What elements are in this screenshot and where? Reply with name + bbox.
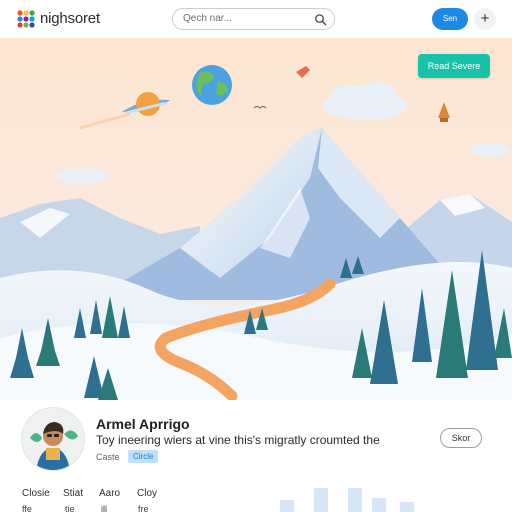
tag-label: Caste <box>96 452 120 462</box>
search-placeholder: Qech nar... <box>183 13 232 24</box>
search-input[interactable]: Qech nar... <box>172 8 335 30</box>
faded-bar-graphic <box>280 488 414 512</box>
stat-value: ill <box>101 504 107 512</box>
stat-value: tie <box>65 504 75 512</box>
hero-illustration <box>0 38 512 400</box>
logo-icon[interactable] <box>16 9 36 29</box>
profile-card: Armel Aprrigo Toy ineering wiers at vine… <box>0 400 512 512</box>
avatar[interactable] <box>22 408 84 470</box>
stat-value: fre <box>138 504 149 512</box>
top-bar: nighsoret Qech nar... Sen + <box>0 0 512 38</box>
avatar-image <box>22 408 84 470</box>
profile-name: Armel Aprrigo <box>96 416 190 432</box>
stat-label[interactable]: Stiat <box>63 488 83 499</box>
stat-label[interactable]: Aaro <box>99 488 120 499</box>
profile-description: Toy ineering wiers at vine this's migrat… <box>96 433 380 447</box>
follow-button[interactable]: Skor <box>440 428 482 448</box>
brand-name[interactable]: nighsoret <box>40 10 100 27</box>
read-more-button[interactable]: Read Severe <box>418 54 490 78</box>
header-primary-button[interactable]: Sen <box>432 8 468 30</box>
stat-value: ffe <box>22 504 32 512</box>
stat-label[interactable]: Closie <box>22 488 50 499</box>
stat-label[interactable]: Cloy <box>137 488 157 499</box>
search-icon[interactable] <box>314 13 327 26</box>
globe-icon <box>192 65 232 105</box>
plus-icon[interactable]: + <box>474 8 496 30</box>
hero-banner: Read Severe <box>0 38 512 400</box>
tag-chip[interactable]: Circle <box>128 450 159 463</box>
